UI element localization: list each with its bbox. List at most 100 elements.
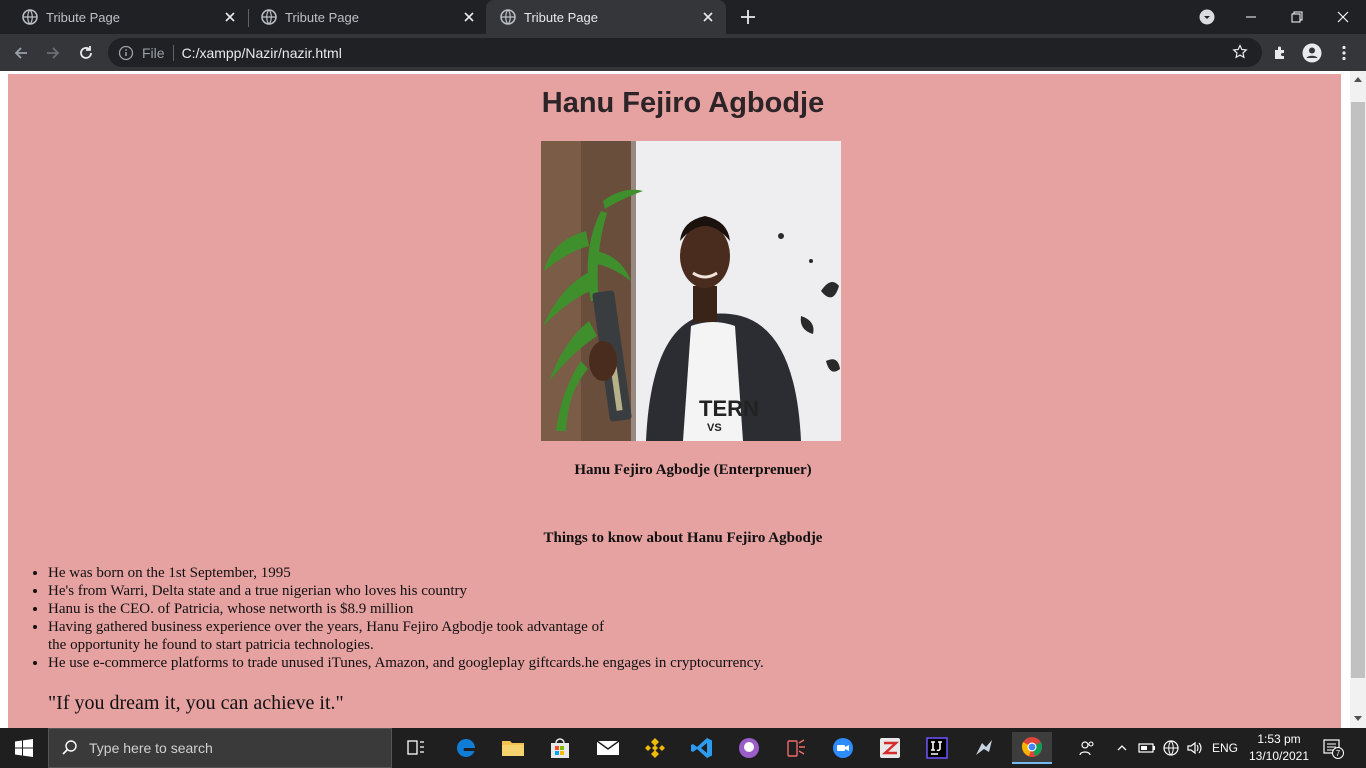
svg-text:TERN: TERN (699, 396, 759, 421)
back-button[interactable] (8, 40, 34, 66)
task-view-button[interactable] (400, 732, 432, 764)
vertical-scrollbar[interactable] (1350, 71, 1366, 728)
task-view-icon (407, 740, 424, 755)
tribute-image: TERN VS (541, 141, 841, 441)
github-icon (739, 738, 759, 758)
puzzle-icon (1275, 46, 1284, 59)
restore-button[interactable] (1274, 0, 1320, 34)
search-placeholder: Type here to search (89, 740, 213, 756)
list-item-line: the opportunity he found to start patric… (48, 637, 374, 653)
taskbar-search-box[interactable]: Type here to search (48, 728, 392, 768)
people-icon[interactable] (1078, 728, 1096, 768)
image-caption: Hanu Fejiro Agbodje (Enterprenuer) (574, 462, 812, 478)
taskbar-app-zeta[interactable] (874, 732, 906, 764)
taskbar-edge[interactable] (450, 732, 482, 764)
restore-icon (1291, 11, 1303, 23)
list-item: He use e-commerce platforms to trade unu… (48, 654, 948, 672)
taskbar-app-red[interactable] (780, 732, 812, 764)
scrollbar-thumb[interactable] (1351, 102, 1365, 678)
phone-link-icon (787, 739, 805, 757)
tab-title: Tribute Page (285, 9, 359, 25)
menu-button[interactable] (1331, 40, 1357, 66)
tab-1[interactable]: Tribute Page (8, 0, 249, 34)
tab-search-button[interactable] (1184, 0, 1230, 34)
bookmark-star-icon[interactable] (1232, 44, 1248, 60)
avatar-icon (1302, 43, 1322, 63)
reload-icon (80, 46, 92, 59)
action-center-button[interactable]: 7 (1322, 728, 1344, 768)
taskbar-store[interactable] (544, 732, 576, 764)
info-icon[interactable] (118, 45, 134, 61)
clock-time: 1:53 pm (1257, 732, 1301, 746)
store-bag-icon (551, 738, 569, 758)
reload-button[interactable] (73, 40, 99, 66)
quote-text: "If you dream it, you can achieve it." (48, 692, 344, 714)
kebab-menu-icon (1342, 45, 1346, 61)
vscode-icon (691, 738, 712, 758)
extensions-button[interactable] (1267, 40, 1293, 66)
folder-icon (502, 741, 524, 756)
close-tab-icon[interactable] (222, 9, 238, 25)
taskbar-github[interactable] (733, 732, 765, 764)
notification-icon: 7 (1323, 739, 1344, 759)
chevron-up-icon (1117, 745, 1127, 751)
network-status[interactable] (1162, 728, 1180, 768)
tab-title: Tribute Page (524, 9, 598, 25)
scheme-label: File (142, 44, 165, 61)
svg-text:VS: VS (707, 422, 722, 434)
start-button[interactable] (8, 732, 40, 764)
language-indicator[interactable]: ENG (1212, 728, 1238, 768)
address-bar[interactable]: File C:/xampp/Nazir/nazir.html (108, 38, 1262, 67)
facts-list: He was born on the 1st September, 1995 H… (48, 564, 948, 672)
scroll-down-icon[interactable] (1354, 716, 1362, 721)
list-item: He was born on the 1st September, 1995 (48, 564, 948, 582)
new-tab-icon[interactable] (738, 7, 758, 27)
page-viewport: Hanu Fejiro Agbodje TERN VS Hanu Fejiro … (0, 71, 1366, 728)
list-item: Hanu is the CEO. of Patricia, whose netw… (48, 600, 948, 618)
profile-button[interactable] (1299, 40, 1325, 66)
tab-2[interactable]: Tribute Page (247, 0, 487, 34)
taskbar-mail[interactable] (592, 732, 624, 764)
battery-status[interactable] (1138, 728, 1156, 768)
people-icon-glyph (1079, 741, 1094, 756)
battery-icon (1138, 743, 1155, 753)
minimize-button[interactable] (1228, 0, 1274, 34)
url-text[interactable]: C:/xampp/Nazir/nazir.html (182, 45, 342, 61)
close-window-button[interactable] (1320, 0, 1366, 34)
taskbar-zoom[interactable] (827, 732, 859, 764)
taskbar-file-explorer[interactable] (497, 732, 529, 764)
close-tab-icon[interactable] (461, 9, 477, 25)
system-clock[interactable]: 1:53 pm 13/10/2021 (1246, 731, 1312, 765)
minimize-icon (1246, 16, 1256, 18)
close-icon (1337, 11, 1349, 23)
taskbar-intellij[interactable] (921, 732, 953, 764)
forward-button[interactable] (40, 40, 66, 66)
taskbar-vscode[interactable] (686, 732, 718, 764)
binance-icon (645, 738, 665, 758)
chevron-down-icon (1199, 9, 1215, 25)
arrow-left-icon (14, 47, 27, 59)
page-title: Hanu Fejiro Agbodje (541, 87, 825, 119)
windows-logo-icon (15, 739, 33, 757)
taskbar-binance[interactable] (639, 732, 671, 764)
tribute-page: Hanu Fejiro Agbodje TERN VS Hanu Fejiro … (8, 74, 1341, 728)
list-item: Having gathered business experience over… (48, 618, 948, 654)
scroll-up-icon[interactable] (1354, 77, 1362, 82)
list-item: He's from Warri, Delta state and a true … (48, 582, 948, 600)
arrow-right-icon (47, 47, 60, 59)
edge-icon (457, 739, 475, 757)
volume-control[interactable] (1186, 728, 1204, 768)
mail-icon (596, 740, 620, 755)
close-tab-icon[interactable] (700, 9, 716, 25)
chrome-icon (1021, 737, 1043, 757)
show-hidden-icons[interactable] (1116, 728, 1128, 768)
globe-icon (500, 9, 516, 25)
intellij-icon (926, 737, 948, 759)
tab-title: Tribute Page (46, 9, 120, 25)
taskbar-chrome[interactable] (1012, 732, 1052, 764)
windows-taskbar: Type here to search ENG 1:53 pm 13/10/20… (0, 728, 1366, 768)
taskbar-app-bird[interactable] (968, 732, 1000, 764)
bird-icon (976, 740, 992, 755)
tab-3-active[interactable]: Tribute Page (486, 0, 726, 34)
clock-date: 13/10/2021 (1248, 749, 1310, 763)
